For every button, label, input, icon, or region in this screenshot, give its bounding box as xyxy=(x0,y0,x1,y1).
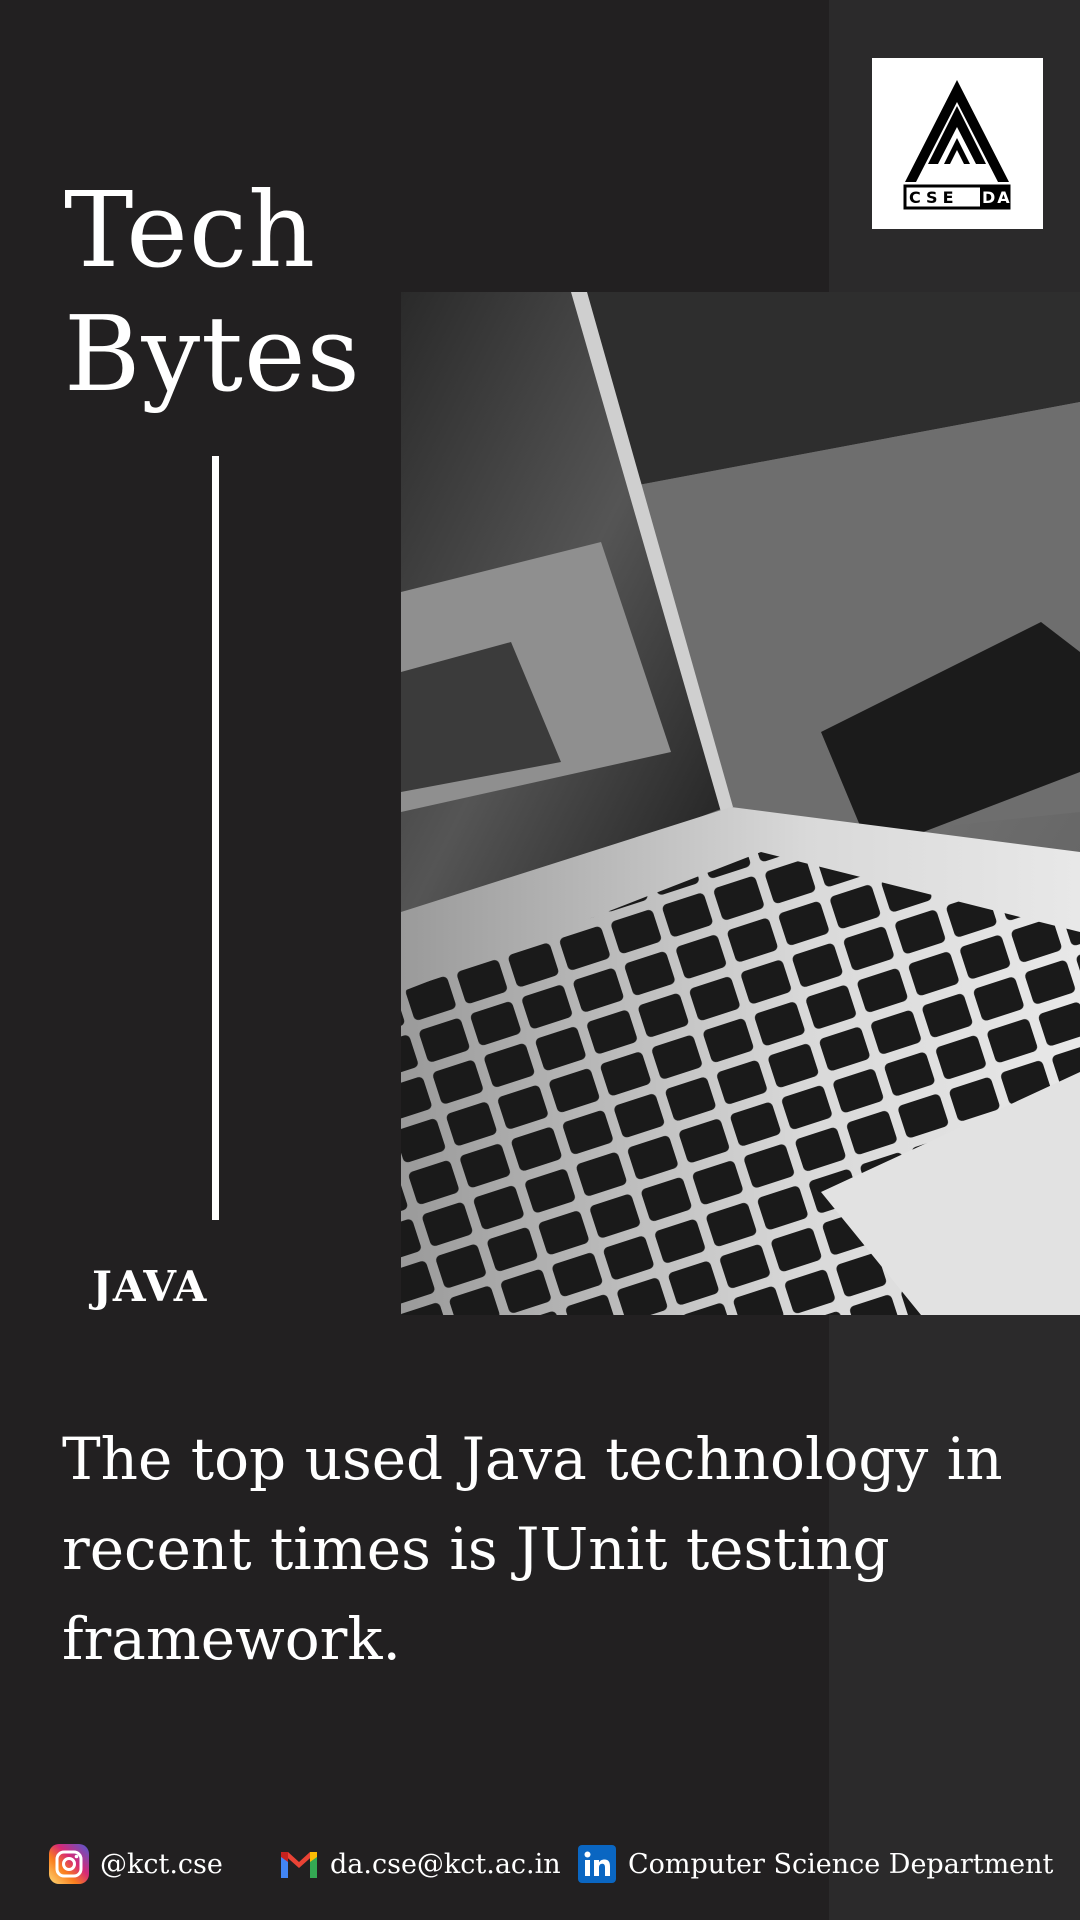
cseda-logo-icon: CSE DA xyxy=(903,80,1012,210)
svg-text:DA: DA xyxy=(982,188,1012,207)
department-name: Computer Science Department xyxy=(628,1848,1054,1880)
title-line-1: Tech xyxy=(64,169,317,291)
page-title: Tech Bytes xyxy=(64,168,361,416)
title-line-2: Bytes xyxy=(64,293,361,415)
vertical-divider xyxy=(212,456,219,1220)
cseda-logo: CSE DA xyxy=(872,58,1043,229)
body-text: The top used Java technology in recent t… xyxy=(62,1425,1003,1673)
topic-label: JAVA xyxy=(92,1262,208,1311)
email-address: da.cse@kct.ac.in xyxy=(330,1848,561,1880)
footer-email[interactable]: da.cse@kct.ac.in xyxy=(278,1836,561,1892)
footer-instagram[interactable]: @kct.cse xyxy=(48,1836,223,1892)
instagram-handle: @kct.cse xyxy=(100,1848,223,1880)
svg-text:CSE: CSE xyxy=(909,188,959,207)
linkedin-icon xyxy=(578,1845,616,1883)
instagram-icon xyxy=(49,1844,89,1884)
footer-linkedin[interactable]: Computer Science Department xyxy=(576,1836,1053,1892)
footer: @kct.cse da.cse@kct.ac.in Computer Scien… xyxy=(0,1836,1080,1892)
laptop-photo xyxy=(401,292,1080,1315)
gmail-icon xyxy=(281,1852,317,1878)
